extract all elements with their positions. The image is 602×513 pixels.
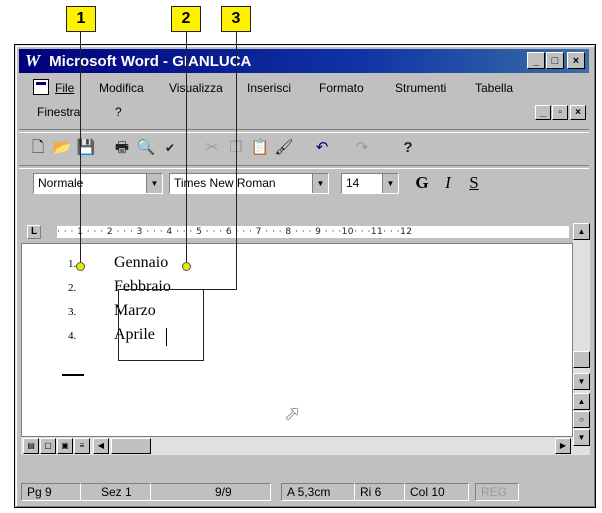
chevron-down-icon[interactable]: ▼ — [312, 174, 328, 193]
title-bar[interactable]: W Microsoft Word - GIANLUCA _ □ × — [19, 49, 589, 73]
font-size-select[interactable]: 14 ▼ — [341, 173, 399, 194]
cut-icon[interactable]: ✂ — [201, 137, 223, 159]
callout-2-leader — [186, 32, 187, 264]
previous-page-button[interactable]: ▲ — [573, 393, 590, 410]
redo-icon[interactable]: ↷ — [351, 137, 373, 159]
horizontal-ruler[interactable]: L · · · 1 · · · 2 · · · 3 · · · 4 · · · … — [21, 223, 571, 241]
tab-selector[interactable]: L — [27, 225, 41, 239]
callout-1: 1 — [66, 6, 96, 32]
horizontal-scrollbar[interactable]: ▤ ▢ ▣ ≡ ◀ ▶ — [21, 437, 573, 455]
document-icon[interactable] — [33, 79, 49, 95]
list-item[interactable]: Gennaio — [114, 254, 168, 272]
end-of-document-marker — [62, 374, 84, 376]
callout-2-knob — [182, 262, 191, 271]
menu-help[interactable]: ? — [115, 105, 122, 119]
ruler-marks: · · · 1 · · · 2 · · · 3 · · · 4 · · · 5 … — [57, 226, 569, 238]
callout-3: 3 — [221, 6, 251, 32]
close-button[interactable]: × — [567, 52, 585, 69]
maximize-button[interactable]: □ — [546, 52, 564, 69]
menu-inserisci[interactable]: Inserisci — [247, 81, 291, 95]
page-layout-button[interactable]: ▣ — [57, 438, 73, 454]
selection-box — [118, 289, 204, 361]
print-preview-icon[interactable]: 🔍 — [135, 137, 157, 159]
status-position: A 5,3cm — [281, 483, 355, 501]
scroll-up-button[interactable]: ▲ — [573, 223, 590, 240]
callout-1-knob — [76, 262, 85, 271]
browse-object-button[interactable]: ○ — [573, 411, 590, 428]
menu-visualizza[interactable]: Visualizza — [169, 81, 223, 95]
list-number: 4. — [68, 330, 77, 342]
style-select[interactable]: Normale ▼ — [33, 173, 163, 194]
normal-view-button[interactable]: ▤ — [23, 438, 39, 454]
menu-finestra[interactable]: Finestra — [37, 105, 80, 119]
callout-1-leader — [80, 32, 81, 264]
next-page-button[interactable]: ▼ — [573, 429, 590, 446]
status-section: Sez 1 — [81, 483, 151, 501]
paste-icon[interactable]: 📋 — [249, 137, 271, 159]
format-painter-icon[interactable]: 🖌 — [273, 137, 295, 159]
save-icon[interactable]: 💾 — [75, 137, 97, 159]
mouse-pointer-icon: ➚ — [284, 403, 301, 425]
undo-icon[interactable]: ↶ — [311, 137, 333, 159]
new-icon[interactable]: 🗋 — [27, 137, 49, 159]
minimize-button[interactable]: _ — [527, 52, 545, 69]
callout-2: 2 — [171, 6, 201, 32]
scroll-down-button[interactable]: ▼ — [573, 373, 590, 390]
menu-bar: File Modifica Visualizza Inserisci Forma… — [19, 75, 589, 127]
status-bar: Pg 9 Sez 1 9/9 A 5,3cm Ri 6 Col 10 REG — [19, 481, 589, 503]
font-value: Times New Roman — [174, 176, 276, 190]
document-area[interactable]: 1. 2. 3. 4. Gennaio Febbraio Marzo April… — [21, 243, 573, 437]
word-app-icon[interactable]: W — [25, 49, 45, 73]
list-number: 1. — [68, 258, 77, 270]
chevron-down-icon[interactable]: ▼ — [146, 174, 162, 193]
italic-button[interactable]: I — [437, 172, 459, 194]
open-icon[interactable]: 📂 — [51, 137, 73, 159]
web-layout-button[interactable]: ▢ — [40, 438, 56, 454]
doc-restore-button[interactable]: ▫ — [552, 105, 568, 120]
scroll-thumb-horizontal[interactable] — [111, 438, 151, 454]
status-line: Ri 6 — [355, 483, 405, 501]
vertical-scrollbar[interactable]: ▲ ▼ ▲ ○ ▼ — [573, 223, 590, 455]
print-icon[interactable]: 🖶 — [111, 137, 133, 159]
menu-modifica[interactable]: Modifica — [99, 81, 144, 95]
status-pages: 9/9 — [151, 483, 271, 501]
menu-formato[interactable]: Formato — [319, 81, 364, 95]
style-value: Normale — [38, 176, 84, 190]
list-number: 2. — [68, 282, 77, 294]
standard-toolbar: 🗋 📂 💾 🖶 🔍 ✔ ✂ ❐ 📋 🖌 ↶ ↷ ? — [21, 133, 587, 163]
menu-strumenti[interactable]: Strumenti — [395, 81, 446, 95]
menu-file[interactable]: File — [55, 81, 74, 95]
scroll-thumb[interactable] — [573, 351, 590, 368]
list-number: 3. — [68, 306, 77, 318]
font-select[interactable]: Times New Roman ▼ — [169, 173, 329, 194]
strike-button[interactable]: S — [463, 172, 485, 194]
callout-3-leader — [236, 32, 237, 290]
formatting-toolbar: Normale ▼ Times New Roman ▼ 14 ▼ G I S — [21, 169, 587, 199]
menu-tabella[interactable]: Tabella — [475, 81, 513, 95]
word-window: W Microsoft Word - GIANLUCA _ □ × File M… — [14, 44, 596, 508]
bold-button[interactable]: G — [411, 172, 433, 194]
doc-minimize-button[interactable]: _ — [535, 105, 551, 120]
scroll-left-button[interactable]: ◀ — [93, 438, 109, 454]
chevron-down-icon[interactable]: ▼ — [382, 174, 398, 193]
font-size-value: 14 — [346, 176, 360, 190]
spelling-icon[interactable]: ✔ — [159, 137, 181, 159]
status-page: Pg 9 — [21, 483, 81, 501]
doc-close-button[interactable]: × — [570, 105, 586, 120]
scroll-right-button[interactable]: ▶ — [555, 438, 571, 454]
help-icon[interactable]: ? — [397, 137, 419, 159]
status-rec[interactable]: REG — [475, 483, 519, 501]
status-column: Col 10 — [405, 483, 469, 501]
outline-view-button[interactable]: ≡ — [74, 438, 90, 454]
